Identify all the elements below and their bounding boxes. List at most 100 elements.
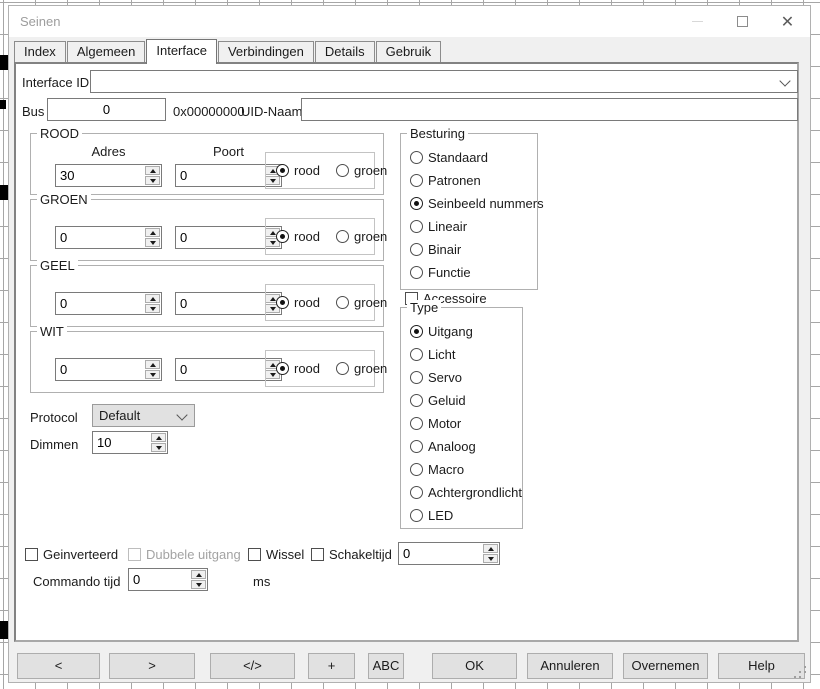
wit-adres-input[interactable]: [56, 359, 150, 380]
tab-interface[interactable]: Interface: [146, 39, 217, 64]
tab-algemeen[interactable]: Algemeen: [67, 41, 146, 62]
schakeltijd-checkbox[interactable]: Schakeltijd: [311, 547, 392, 562]
schakeltijd-input[interactable]: [399, 543, 488, 564]
maximize-button[interactable]: [720, 6, 765, 37]
help-button[interactable]: Help: [718, 653, 805, 679]
radio-standaard-label: Standaard: [428, 150, 488, 165]
radio-functie[interactable]: Functie: [410, 265, 544, 280]
spin-down-button[interactable]: [145, 370, 160, 379]
wit-polarity-box: rood groen: [265, 350, 375, 387]
bus-input[interactable]: [47, 98, 166, 121]
rood-adres-spinner[interactable]: [55, 164, 162, 187]
radio-analoog-label: Analoog: [428, 439, 476, 454]
spin-up-button[interactable]: [151, 433, 166, 442]
spin-down-button[interactable]: [151, 443, 166, 452]
spin-up-button[interactable]: [483, 544, 498, 553]
radio-groen-label: groen: [354, 163, 387, 178]
spin-down-button[interactable]: [145, 176, 160, 185]
cancel-button[interactable]: Annuleren: [527, 653, 613, 679]
radio-binair[interactable]: Binair: [410, 242, 544, 257]
tab-details[interactable]: Details: [315, 41, 375, 62]
minimize-button[interactable]: [675, 6, 720, 37]
ok-button[interactable]: OK: [432, 653, 517, 679]
radio-servo[interactable]: Servo: [410, 370, 522, 385]
radio-motor[interactable]: Motor: [410, 416, 522, 431]
seinen-dialog: Seinen ✕ Index Algemeen Interface Verbin…: [8, 5, 811, 683]
radio-uitgang[interactable]: Uitgang: [410, 324, 522, 339]
spin-up-button[interactable]: [145, 166, 160, 175]
wit-adres-spinner[interactable]: [55, 358, 162, 381]
spin-down-button[interactable]: [145, 238, 160, 247]
resize-grip[interactable]: [804, 676, 806, 678]
radio-rood[interactable]: rood: [276, 361, 320, 376]
geinverteerd-checkbox[interactable]: Geinverteerd: [25, 547, 118, 562]
radio-seinbeeld-nummers[interactable]: Seinbeeld nummers: [410, 196, 544, 211]
radio-rood-label: rood: [294, 295, 320, 310]
radio-groen[interactable]: groen: [336, 361, 387, 376]
geel-adres-spinner[interactable]: [55, 292, 162, 315]
rood-poort-input[interactable]: [176, 165, 270, 186]
spin-buttons: [145, 294, 160, 313]
commando-tijd-spinner[interactable]: [128, 568, 208, 591]
commando-tijd-input[interactable]: [129, 569, 196, 590]
spin-up-button[interactable]: [191, 570, 206, 579]
groen-poort-input[interactable]: [176, 227, 270, 248]
radio-groen[interactable]: groen: [336, 295, 387, 310]
protocol-combobox[interactable]: Default: [92, 404, 195, 427]
radio-standaard[interactable]: Standaard: [410, 150, 544, 165]
spin-buttons: [145, 360, 160, 379]
radio-rood-label: rood: [294, 229, 320, 244]
radio-rood[interactable]: rood: [276, 295, 320, 310]
radio-button-icon: [336, 230, 349, 243]
radio-patronen[interactable]: Patronen: [410, 173, 544, 188]
besturing-options: Standaard Patronen Seinbeeld nummers Lin…: [410, 150, 544, 280]
hex-code-text: 0x00000000: [173, 104, 245, 119]
spin-up-button[interactable]: [145, 228, 160, 237]
interface-id-input[interactable]: [91, 71, 785, 92]
radio-groen[interactable]: groen: [336, 229, 387, 244]
radio-groen[interactable]: groen: [336, 163, 387, 178]
tab-index[interactable]: Index: [14, 41, 66, 62]
uid-naam-input[interactable]: [301, 98, 798, 121]
dimmen-spinner[interactable]: [92, 431, 168, 454]
radio-lineair[interactable]: Lineair: [410, 219, 544, 234]
group-geel: GEEL: [30, 265, 384, 327]
tab-gebruik[interactable]: Gebruik: [376, 41, 442, 62]
tab-verbindingen[interactable]: Verbindingen: [218, 41, 314, 62]
abc-button[interactable]: ABC: [368, 653, 404, 679]
dimmen-input[interactable]: [93, 432, 156, 453]
radio-analoog[interactable]: Analoog: [410, 439, 522, 454]
spin-up-button[interactable]: [145, 360, 160, 369]
spin-down-button[interactable]: [145, 304, 160, 313]
radio-geluid[interactable]: Geluid: [410, 393, 522, 408]
groen-adres-input[interactable]: [56, 227, 150, 248]
group-type-title: Type: [407, 300, 441, 315]
groen-adres-spinner[interactable]: [55, 226, 162, 249]
geel-adres-input[interactable]: [56, 293, 150, 314]
radio-licht[interactable]: Licht: [410, 347, 522, 362]
radio-rood[interactable]: rood: [276, 163, 320, 178]
radio-achtergrondlicht[interactable]: Achtergrondlicht: [410, 485, 522, 500]
radio-geluid-label: Geluid: [428, 393, 466, 408]
geel-poort-input[interactable]: [176, 293, 270, 314]
code-button[interactable]: </>: [210, 653, 295, 679]
spin-up-button[interactable]: [145, 294, 160, 303]
add-button[interactable]: +: [308, 653, 355, 679]
radio-led[interactable]: LED: [410, 508, 522, 523]
wit-poort-input[interactable]: [176, 359, 270, 380]
radio-rood[interactable]: rood: [276, 229, 320, 244]
close-button[interactable]: ✕: [765, 6, 810, 37]
rood-adres-input[interactable]: [56, 165, 150, 186]
prev-button[interactable]: <: [17, 653, 100, 679]
radio-macro-label: Macro: [428, 462, 464, 477]
interface-id-combobox[interactable]: [90, 70, 798, 93]
radio-macro[interactable]: Macro: [410, 462, 522, 477]
spin-down-button[interactable]: [191, 580, 206, 589]
radio-button-icon: [410, 394, 423, 407]
spin-down-button[interactable]: [483, 554, 498, 563]
next-button[interactable]: >: [109, 653, 195, 679]
wissel-checkbox[interactable]: Wissel: [248, 547, 304, 562]
radio-licht-label: Licht: [428, 347, 455, 362]
apply-button[interactable]: Overnemen: [623, 653, 708, 679]
schakeltijd-spinner[interactable]: [398, 542, 500, 565]
